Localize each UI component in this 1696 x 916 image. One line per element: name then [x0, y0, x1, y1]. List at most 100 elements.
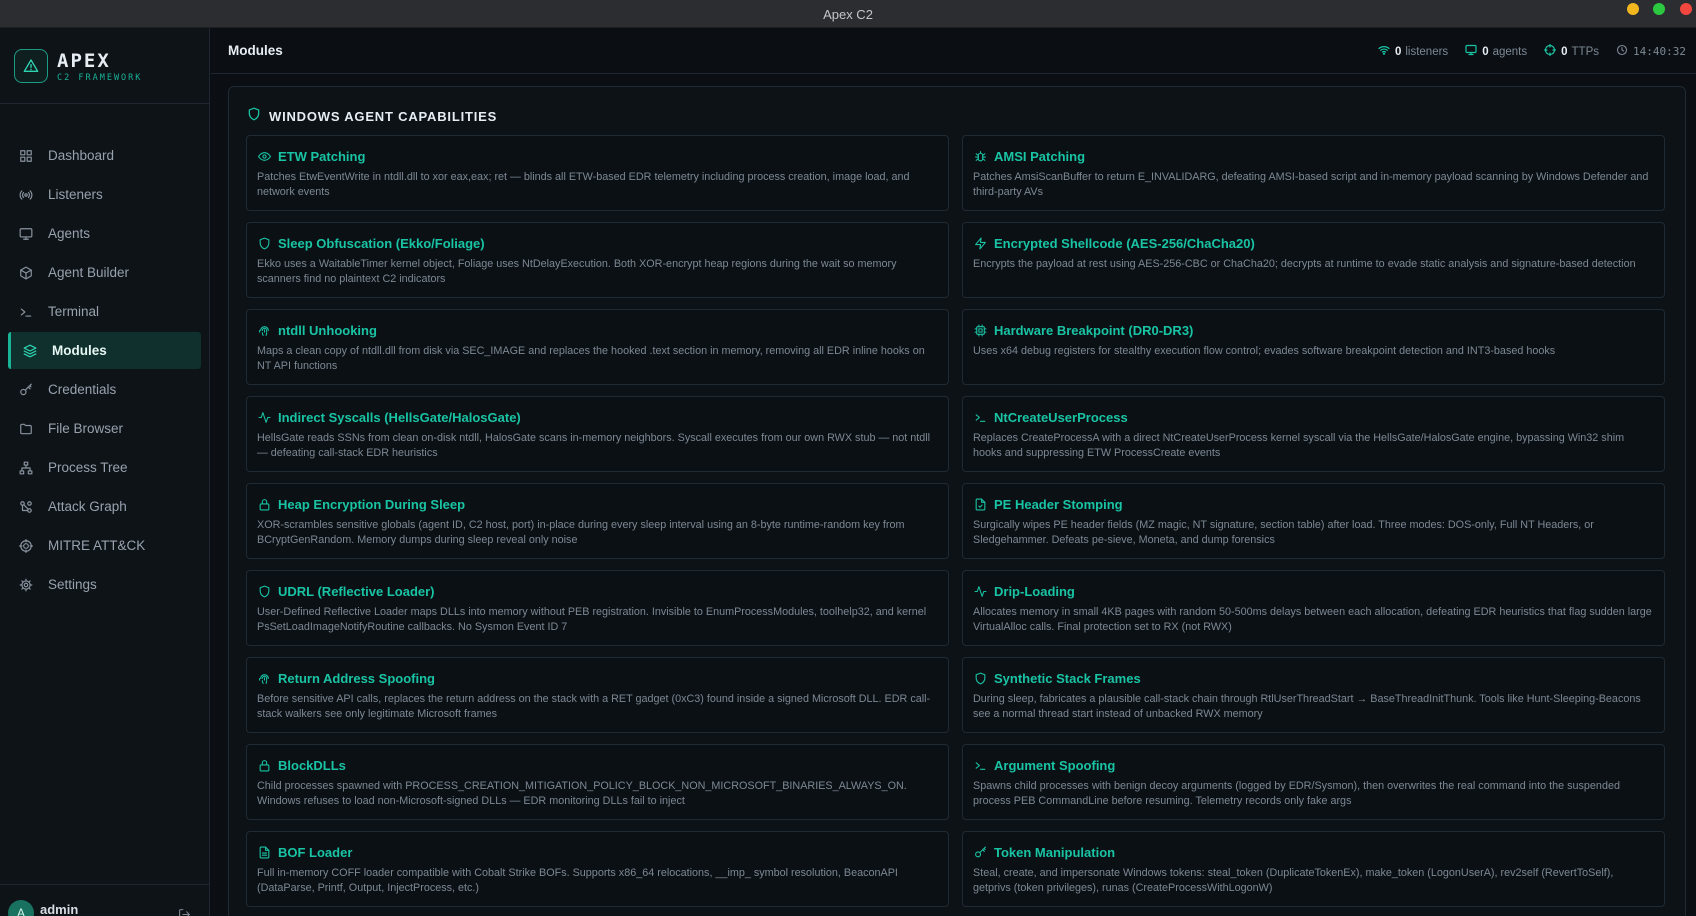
module-card[interactable]: Token Manipulation Steal, create, and imp…	[962, 831, 1665, 907]
sidebar-item-settings[interactable]: Settings	[8, 566, 201, 603]
modules-grid: ETW Patching Patches EtwEventWrite in ntd…	[246, 135, 1666, 907]
module-card[interactable]: BOF Loader Full in-memory COFF loader com…	[246, 831, 949, 907]
brand[interactable]: APEX C2 FRAMEWORK	[14, 48, 204, 88]
window-title: Apex C2	[823, 7, 873, 22]
module-title: ETW Patching	[278, 148, 366, 164]
minimize-button[interactable]	[1627, 3, 1639, 15]
page-title: Modules	[228, 43, 283, 58]
divider	[0, 103, 209, 104]
module-title: Indirect Syscalls (HellsGate/HalosGate)	[278, 409, 521, 425]
module-title: Argument Spoofing	[994, 757, 1116, 773]
module-card[interactable]: Argument Spoofing Spawns child processes …	[962, 744, 1665, 820]
module-card[interactable]: Encrypted Shellcode (AES-256/ChaCha20) En…	[962, 222, 1665, 298]
grid-icon	[18, 148, 34, 164]
logout-icon[interactable]	[178, 908, 191, 916]
module-card[interactable]: ntdll Unhooking Maps a clean copy of ntdl…	[246, 309, 949, 385]
sidebar-item-label: Credentials	[48, 382, 117, 397]
module-card-header: Drip-Loading	[973, 582, 1654, 600]
sidebar-item-label: File Browser	[48, 421, 124, 436]
module-card-header: Argument Spoofing	[973, 756, 1654, 774]
sidebar-item-process-tree[interactable]: Process Tree	[8, 449, 201, 486]
clock-time: 14:40:32	[1633, 45, 1686, 58]
module-card[interactable]: Indirect Syscalls (HellsGate/HalosGate) H…	[246, 396, 949, 472]
maximize-button[interactable]	[1653, 3, 1665, 15]
module-title: NtCreateUserProcess	[994, 409, 1128, 425]
module-description: Full in-memory COFF loader compatible wi…	[257, 867, 898, 894]
module-description: Steal, create, and impersonate Windows t…	[973, 867, 1614, 894]
module-title: BlockDLLs	[278, 757, 346, 773]
sidebar-item-terminal[interactable]: Terminal	[8, 293, 201, 330]
sidebar-item-dashboard[interactable]: Dashboard	[8, 137, 201, 174]
module-card[interactable]: Synthetic Stack Frames During sleep, fabr…	[962, 657, 1665, 733]
sidebar-item-label: Attack Graph	[48, 499, 127, 514]
sidebar-item-mitre-att-ck[interactable]: MITRE ATT&CK	[8, 527, 201, 564]
module-card[interactable]: ETW Patching Patches EtwEventWrite in ntd…	[246, 135, 949, 211]
tree-icon	[18, 460, 34, 476]
agents-label: agents	[1492, 45, 1528, 58]
fingerprint-icon	[257, 671, 271, 685]
sidebar-item-agents[interactable]: Agents	[8, 215, 201, 252]
module-title: Hardware Breakpoint (DR0-DR3)	[994, 322, 1194, 338]
module-card-header: Return Address Spoofing	[257, 669, 938, 687]
module-card[interactable]: Return Address Spoofing Before sensitive …	[246, 657, 949, 733]
zap-icon	[973, 236, 987, 250]
module-card[interactable]: Hardware Breakpoint (DR0-DR3) Uses x64 de…	[962, 309, 1665, 385]
sidebar-item-agent-builder[interactable]: Agent Builder	[8, 254, 201, 291]
module-card[interactable]: Heap Encryption During Sleep XOR-scramble…	[246, 483, 949, 559]
sidebar-item-credentials[interactable]: Credentials	[8, 371, 201, 408]
module-description: Replaces CreateProcessA with a direct Nt…	[973, 432, 1625, 459]
sidebar-item-file-browser[interactable]: File Browser	[8, 410, 201, 447]
package-icon	[18, 265, 34, 281]
module-card[interactable]: AMSI Patching Patches AmsiScanBuffer to r…	[962, 135, 1665, 211]
section-title: WINDOWS AGENT CAPABILITIES	[269, 109, 498, 124]
module-card[interactable]: Drip-Loading Allocates memory in small 4K…	[962, 570, 1665, 646]
shield-icon	[257, 584, 271, 598]
eye-icon	[257, 149, 271, 163]
sidebar-item-modules[interactable]: Modules	[8, 332, 201, 369]
file-icon	[973, 497, 987, 511]
module-card[interactable]: PE Header Stomping Surgically wipes PE he…	[962, 483, 1665, 559]
brand-name: APEX	[57, 50, 111, 72]
sidebar-item-attack-graph[interactable]: Attack Graph	[8, 488, 201, 525]
bug-icon	[973, 149, 987, 163]
avatar[interactable]: A	[8, 900, 34, 916]
module-card[interactable]: BlockDLLs Child processes spawned with PR…	[246, 744, 949, 820]
module-description: Child processes spawned with PROCESS_CRE…	[257, 780, 907, 807]
ttps-label: TTPs	[1571, 45, 1600, 58]
module-description: HellsGate reads SSNs from clean on-disk …	[257, 432, 931, 459]
module-card[interactable]: Sleep Obfuscation (Ekko/Foliage) Ekko use…	[246, 222, 949, 298]
module-description: Before sensitive API calls, replaces the…	[257, 693, 931, 720]
module-card-header: Indirect Syscalls (HellsGate/HalosGate)	[257, 408, 938, 426]
wifi-icon	[1378, 44, 1395, 59]
module-card[interactable]: UDRL (Reflective Loader) User-Defined Ref…	[246, 570, 949, 646]
monitor-icon	[18, 226, 34, 242]
listeners-count: 0	[1394, 45, 1402, 58]
module-card-header: Hardware Breakpoint (DR0-DR3)	[973, 321, 1654, 339]
module-description: Maps a clean copy of ntdll.dll from disk…	[257, 345, 925, 372]
module-title: UDRL (Reflective Loader)	[278, 583, 435, 599]
terminal-icon	[18, 304, 34, 320]
sidebar-item-listeners[interactable]: Listeners	[8, 176, 201, 213]
agents-stat: 0 agents	[1465, 44, 1527, 59]
key-icon	[973, 845, 987, 859]
gear-icon	[18, 577, 34, 593]
fingerprint-icon	[257, 323, 271, 337]
module-card-header: Token Manipulation	[973, 843, 1654, 861]
close-button[interactable]	[1680, 3, 1692, 15]
ttps-count: 0	[1561, 45, 1568, 58]
activity-icon	[257, 410, 271, 424]
module-title: Synthetic Stack Frames	[994, 670, 1141, 686]
sidebar-item-label: Terminal	[48, 304, 100, 319]
brand-subtitle: C2 FRAMEWORK	[57, 73, 143, 83]
sidebar-nav: Dashboard Listeners Agents Agent Builder Ter…	[8, 137, 201, 605]
module-card-header: Encrypted Shellcode (AES-256/ChaCha20)	[973, 234, 1654, 252]
module-card[interactable]: NtCreateUserProcess Replaces CreateProces…	[962, 396, 1665, 472]
module-title: BOF Loader	[278, 844, 353, 860]
cpu-icon	[973, 323, 987, 337]
sidebar-item-label: MITRE ATT&CK	[48, 538, 146, 553]
terminal-icon	[973, 410, 987, 424]
crosshair-icon	[1544, 43, 1561, 59]
module-card-header: BOF Loader	[257, 843, 938, 861]
ttps-stat: 0 TTPs	[1544, 43, 1600, 59]
module-title: Heap Encryption During Sleep	[278, 496, 466, 512]
